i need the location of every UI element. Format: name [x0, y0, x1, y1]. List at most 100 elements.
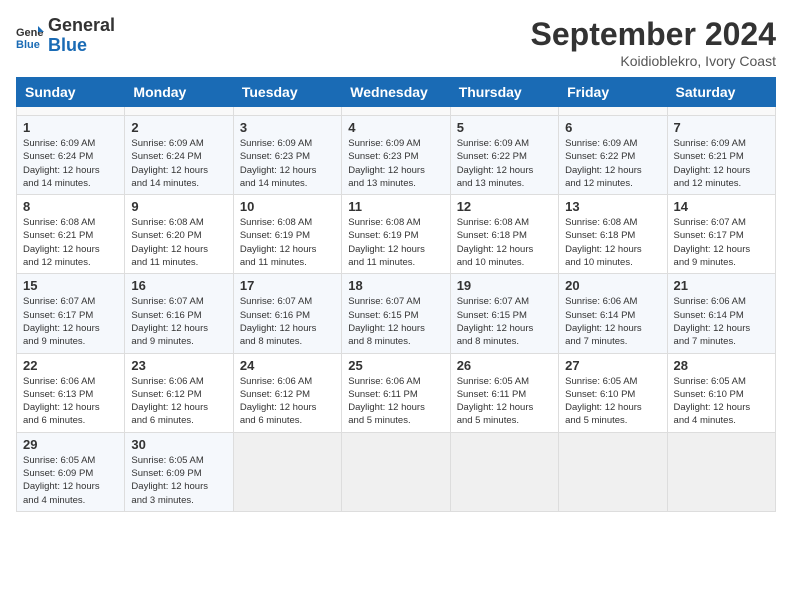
day-info: Sunrise: 6:07 AM Sunset: 6:16 PM Dayligh…: [131, 295, 226, 348]
calendar-cell: 20Sunrise: 6:06 AM Sunset: 6:14 PM Dayli…: [559, 274, 667, 353]
day-info: Sunrise: 6:05 AM Sunset: 6:10 PM Dayligh…: [565, 375, 660, 428]
calendar-cell: 16Sunrise: 6:07 AM Sunset: 6:16 PM Dayli…: [125, 274, 233, 353]
logo-icon: General Blue: [16, 22, 44, 50]
day-info: Sunrise: 6:09 AM Sunset: 6:21 PM Dayligh…: [674, 137, 769, 190]
day-info: Sunrise: 6:07 AM Sunset: 6:17 PM Dayligh…: [674, 216, 769, 269]
weekday-header-row: SundayMondayTuesdayWednesdayThursdayFrid…: [17, 78, 776, 107]
day-number: 24: [240, 358, 335, 373]
logo: General Blue General Blue: [16, 16, 115, 56]
day-number: 3: [240, 120, 335, 135]
calendar-cell: 27 Sunrise: 6:05 AM Sunset: 6:10 PM Dayli…: [559, 353, 667, 432]
calendar-cell: 28 Sunrise: 6:05 AM Sunset: 6:10 PM Dayli…: [667, 353, 775, 432]
day-info: Sunrise: 6:09 AM Sunset: 6:24 PM Dayligh…: [23, 137, 118, 190]
calendar-cell: 21 Sunrise: 6:06 AM Sunset: 6:14 PM Dayli…: [667, 274, 775, 353]
day-info: Sunrise: 6:07 AM Sunset: 6:16 PM Dayligh…: [240, 295, 335, 348]
calendar-cell: [450, 432, 558, 511]
day-number: 21: [674, 278, 769, 293]
calendar-cell: 30 Sunrise: 6:05 AM Sunset: 6:09 PM Dayli…: [125, 432, 233, 511]
day-info: Sunrise: 6:07 AM Sunset: 6:17 PM Dayligh…: [23, 295, 118, 348]
page-header: General Blue General Blue September 2024…: [16, 16, 776, 69]
day-number: 14: [674, 199, 769, 214]
calendar-cell: 8 Sunrise: 6:08 AM Sunset: 6:21 PM Daylig…: [17, 195, 125, 274]
day-number: 8: [23, 199, 118, 214]
day-info: Sunrise: 6:05 AM Sunset: 6:09 PM Dayligh…: [23, 454, 118, 507]
day-number: 19: [457, 278, 552, 293]
day-info: Sunrise: 6:05 AM Sunset: 6:11 PM Dayligh…: [457, 375, 552, 428]
day-number: 28: [674, 358, 769, 373]
day-info: Sunrise: 6:08 AM Sunset: 6:19 PM Dayligh…: [240, 216, 335, 269]
day-info: Sunrise: 6:06 AM Sunset: 6:14 PM Dayligh…: [674, 295, 769, 348]
day-info: Sunrise: 6:05 AM Sunset: 6:09 PM Dayligh…: [131, 454, 226, 507]
day-number: 18: [348, 278, 443, 293]
calendar-cell: 14 Sunrise: 6:07 AM Sunset: 6:17 PM Dayli…: [667, 195, 775, 274]
day-number: 26: [457, 358, 552, 373]
weekday-header: Saturday: [667, 78, 775, 107]
day-info: Sunrise: 6:09 AM Sunset: 6:22 PM Dayligh…: [457, 137, 552, 190]
day-number: 15: [23, 278, 118, 293]
calendar-cell: 3 Sunrise: 6:09 AM Sunset: 6:23 PM Daylig…: [233, 116, 341, 195]
calendar-cell: 19 Sunrise: 6:07 AM Sunset: 6:15 PM Dayli…: [450, 274, 558, 353]
day-info: Sunrise: 6:06 AM Sunset: 6:13 PM Dayligh…: [23, 375, 118, 428]
calendar-cell: 10 Sunrise: 6:08 AM Sunset: 6:19 PM Dayli…: [233, 195, 341, 274]
day-number: 1: [23, 120, 118, 135]
day-number: 27: [565, 358, 660, 373]
weekday-header: Tuesday: [233, 78, 341, 107]
day-number: 10: [240, 199, 335, 214]
calendar-cell: 9Sunrise: 6:08 AM Sunset: 6:20 PM Daylig…: [125, 195, 233, 274]
day-number: 6: [565, 120, 660, 135]
day-info: Sunrise: 6:07 AM Sunset: 6:15 PM Dayligh…: [457, 295, 552, 348]
day-number: 12: [457, 199, 552, 214]
calendar-cell: 2Sunrise: 6:09 AM Sunset: 6:24 PM Daylig…: [125, 116, 233, 195]
day-info: Sunrise: 6:08 AM Sunset: 6:18 PM Dayligh…: [457, 216, 552, 269]
day-number: 23: [131, 358, 226, 373]
day-info: Sunrise: 6:06 AM Sunset: 6:11 PM Dayligh…: [348, 375, 443, 428]
day-number: 17: [240, 278, 335, 293]
calendar-cell: 15 Sunrise: 6:07 AM Sunset: 6:17 PM Dayli…: [17, 274, 125, 353]
calendar-cell: [233, 107, 341, 116]
day-info: Sunrise: 6:09 AM Sunset: 6:23 PM Dayligh…: [348, 137, 443, 190]
day-number: 13: [565, 199, 660, 214]
day-info: Sunrise: 6:09 AM Sunset: 6:23 PM Dayligh…: [240, 137, 335, 190]
svg-text:Blue: Blue: [16, 39, 40, 50]
calendar-cell: [342, 432, 450, 511]
day-info: Sunrise: 6:08 AM Sunset: 6:18 PM Dayligh…: [565, 216, 660, 269]
calendar-cell: 1 Sunrise: 6:09 AM Sunset: 6:24 PM Daylig…: [17, 116, 125, 195]
calendar-cell: 6 Sunrise: 6:09 AM Sunset: 6:22 PM Daylig…: [559, 116, 667, 195]
weekday-header: Wednesday: [342, 78, 450, 107]
calendar-cell: 18 Sunrise: 6:07 AM Sunset: 6:15 PM Dayli…: [342, 274, 450, 353]
day-number: 29: [23, 437, 118, 452]
day-info: Sunrise: 6:07 AM Sunset: 6:15 PM Dayligh…: [348, 295, 443, 348]
day-number: 30: [131, 437, 226, 452]
calendar-table: SundayMondayTuesdayWednesdayThursdayFrid…: [16, 77, 776, 512]
day-number: 7: [674, 120, 769, 135]
calendar-cell: [667, 432, 775, 511]
day-info: Sunrise: 6:05 AM Sunset: 6:10 PM Dayligh…: [674, 375, 769, 428]
calendar-cell: 24 Sunrise: 6:06 AM Sunset: 6:12 PM Dayli…: [233, 353, 341, 432]
calendar-cell: 22Sunrise: 6:06 AM Sunset: 6:13 PM Dayli…: [17, 353, 125, 432]
calendar-week-row: 8 Sunrise: 6:08 AM Sunset: 6:21 PM Daylig…: [17, 195, 776, 274]
calendar-cell: [233, 432, 341, 511]
day-info: Sunrise: 6:06 AM Sunset: 6:12 PM Dayligh…: [240, 375, 335, 428]
weekday-header: Friday: [559, 78, 667, 107]
day-info: Sunrise: 6:08 AM Sunset: 6:20 PM Dayligh…: [131, 216, 226, 269]
calendar-cell: [342, 107, 450, 116]
weekday-header: Monday: [125, 78, 233, 107]
day-info: Sunrise: 6:08 AM Sunset: 6:21 PM Dayligh…: [23, 216, 118, 269]
calendar-cell: 12 Sunrise: 6:08 AM Sunset: 6:18 PM Dayli…: [450, 195, 558, 274]
logo-line1: General: [48, 16, 115, 36]
calendar-cell: 29 Sunrise: 6:05 AM Sunset: 6:09 PM Dayli…: [17, 432, 125, 511]
day-number: 4: [348, 120, 443, 135]
calendar-cell: 7 Sunrise: 6:09 AM Sunset: 6:21 PM Daylig…: [667, 116, 775, 195]
logo-line2: Blue: [48, 36, 115, 56]
day-info: Sunrise: 6:06 AM Sunset: 6:12 PM Dayligh…: [131, 375, 226, 428]
calendar-cell: 23 Sunrise: 6:06 AM Sunset: 6:12 PM Dayli…: [125, 353, 233, 432]
day-info: Sunrise: 6:09 AM Sunset: 6:22 PM Dayligh…: [565, 137, 660, 190]
calendar-cell: 25Sunrise: 6:06 AM Sunset: 6:11 PM Dayli…: [342, 353, 450, 432]
month-title: September 2024: [531, 16, 776, 53]
calendar-cell: 17 Sunrise: 6:07 AM Sunset: 6:16 PM Dayli…: [233, 274, 341, 353]
day-number: 5: [457, 120, 552, 135]
calendar-cell: [559, 107, 667, 116]
calendar-cell: 5 Sunrise: 6:09 AM Sunset: 6:22 PM Daylig…: [450, 116, 558, 195]
day-number: 2: [131, 120, 226, 135]
day-info: Sunrise: 6:06 AM Sunset: 6:14 PM Dayligh…: [565, 295, 660, 348]
